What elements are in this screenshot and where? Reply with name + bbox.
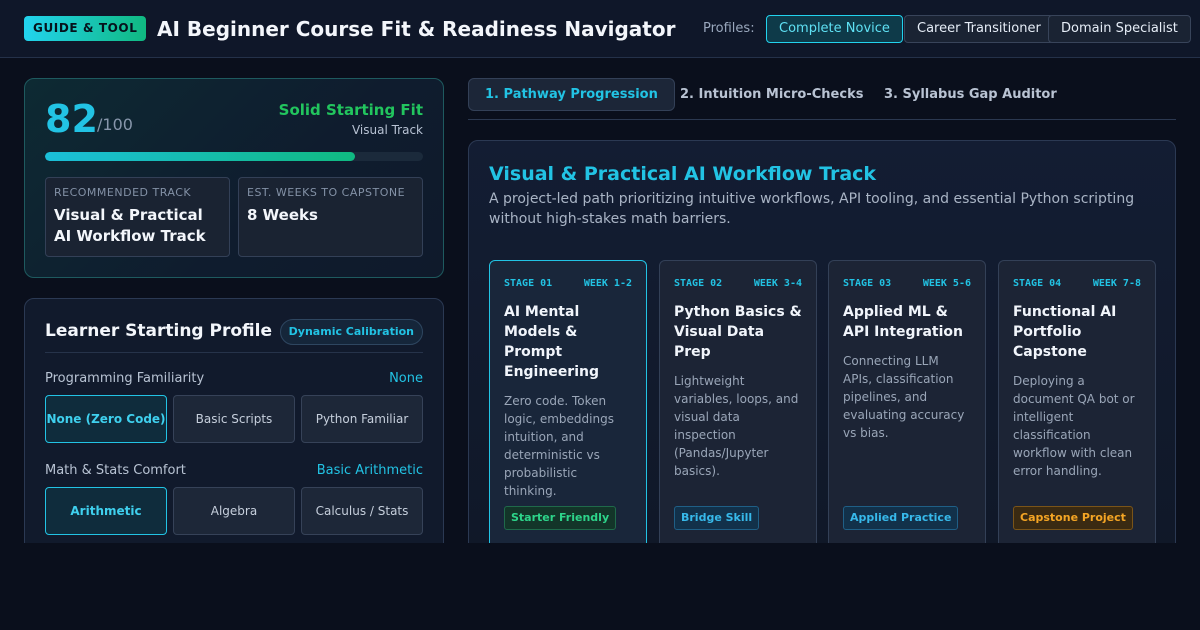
- math-option-arithmetic[interactable]: Arithmetic: [45, 487, 167, 535]
- fit-label: Solid Starting Fit: [278, 101, 423, 119]
- stage-number: STAGE 04: [1013, 278, 1062, 289]
- recommended-track-label: RECOMMENDED TRACK: [54, 186, 192, 199]
- weeks-to-capstone-box: EST. WEEKS TO CAPSTONE 8 Weeks: [238, 177, 423, 257]
- profiles-label: Profiles:: [703, 21, 755, 36]
- stage-number: STAGE 01: [504, 278, 553, 289]
- stage-weeks: WEEK 3-4: [753, 278, 802, 289]
- tab-syllabus-gap-auditor[interactable]: 3. Syllabus Gap Auditor: [868, 78, 1073, 111]
- stage-title: AI Mental Models & Prompt Engineering: [504, 304, 599, 380]
- stage-card[interactable]: STAGE 04 WEEK 7-8 Functional AI Portfolio…: [998, 260, 1156, 560]
- stage-description: Lightweight variables, loops, and visual…: [674, 374, 799, 478]
- score-progress-bar: [45, 152, 423, 161]
- weeks-to-capstone-value: 8 Weeks: [247, 206, 318, 224]
- dynamic-calibration-pill: Dynamic Calibration: [279, 319, 423, 345]
- app-title: AI Beginner Course Fit & Readiness Navig…: [157, 17, 676, 41]
- learner-profile-title: Learner Starting Profile: [45, 321, 273, 341]
- math-stats-comfort-label: Math & Stats Comfort: [45, 463, 186, 478]
- top-bar: GUIDE & TOOL AI Beginner Course Fit & Re…: [0, 0, 1200, 58]
- track-title: Visual & Practical AI Workflow Track: [489, 163, 877, 185]
- stage-number: STAGE 03: [843, 278, 892, 289]
- score-max: /100: [97, 115, 133, 134]
- programming-option-basic-scripts[interactable]: Basic Scripts: [173, 395, 295, 443]
- programming-familiarity-label: Programming Familiarity: [45, 371, 205, 386]
- weeks-to-capstone-label: EST. WEEKS TO CAPSTONE: [247, 186, 406, 199]
- tab-intuition-micro-checks[interactable]: 2. Intuition Micro-Checks: [664, 78, 879, 111]
- tab-divider: [468, 119, 1176, 120]
- track-panel: Visual & Practical AI Workflow Track A p…: [468, 140, 1176, 560]
- stage-tag: Starter Friendly: [504, 506, 617, 530]
- stage-title: Python Basics & Visual Data Prep: [674, 304, 802, 360]
- stage-description: Zero code. Token logic, embeddings intui…: [504, 394, 614, 498]
- math-option-algebra[interactable]: Algebra: [173, 487, 295, 535]
- programming-option-none[interactable]: None (Zero Code): [45, 395, 167, 443]
- score-value: 82: [45, 97, 98, 141]
- stage-weeks: WEEK 1-2: [583, 278, 632, 289]
- math-stats-comfort-value: Basic Arithmetic: [316, 463, 423, 478]
- stage-weeks: WEEK 7-8: [1092, 278, 1141, 289]
- guide-tool-badge: GUIDE & TOOL: [24, 16, 147, 41]
- stage-description: Deploying a document QA bot or intellige…: [1013, 374, 1135, 478]
- track-description: A project-led path prioritizing intuitiv…: [489, 191, 1135, 227]
- stage-tag: Capstone Project: [1013, 506, 1133, 530]
- profile-complete-novice-button[interactable]: Complete Novice: [766, 15, 903, 43]
- programming-familiarity-value: None: [389, 371, 423, 386]
- tab-pathway-progression[interactable]: 1. Pathway Progression: [468, 78, 675, 111]
- math-option-calculus-stats[interactable]: Calculus / Stats: [301, 487, 423, 535]
- page-footer-space: [0, 543, 1200, 630]
- learner-profile-card: Learner Starting Profile Dynamic Calibra…: [24, 298, 444, 558]
- stage-weeks: WEEK 5-6: [922, 278, 971, 289]
- stage-card[interactable]: STAGE 03 WEEK 5-6 Applied ML & API Integr…: [828, 260, 986, 560]
- divider: [45, 352, 423, 353]
- recommended-track-box: RECOMMENDED TRACK Visual & Practical AI …: [45, 177, 230, 257]
- stage-tag: Applied Practice: [843, 506, 959, 530]
- score-progress-fill: [45, 152, 355, 161]
- stage-card[interactable]: STAGE 01 WEEK 1-2 AI Mental Models & Prom…: [489, 260, 647, 560]
- stage-description: Connecting LLM APIs, classification pipe…: [843, 354, 965, 440]
- profile-career-transitioner-button[interactable]: Career Transitioner: [904, 15, 1054, 43]
- recommended-track-value: Visual & Practical AI Workflow Track: [54, 206, 206, 245]
- track-subtitle: Visual Track: [351, 123, 423, 137]
- stage-number: STAGE 02: [674, 278, 723, 289]
- programming-option-python-familiar[interactable]: Python Familiar: [301, 395, 423, 443]
- stage-title: Functional AI Portfolio Capstone: [1013, 304, 1117, 360]
- stage-tag: Bridge Skill: [674, 506, 760, 530]
- profile-domain-specialist-button[interactable]: Domain Specialist: [1048, 15, 1191, 43]
- stage-title: Applied ML & API Integration: [843, 304, 963, 340]
- readiness-score-card: 82 /100 Solid Starting Fit Visual Track …: [24, 78, 444, 278]
- stage-card[interactable]: STAGE 02 WEEK 3-4 Python Basics & Visual …: [659, 260, 817, 560]
